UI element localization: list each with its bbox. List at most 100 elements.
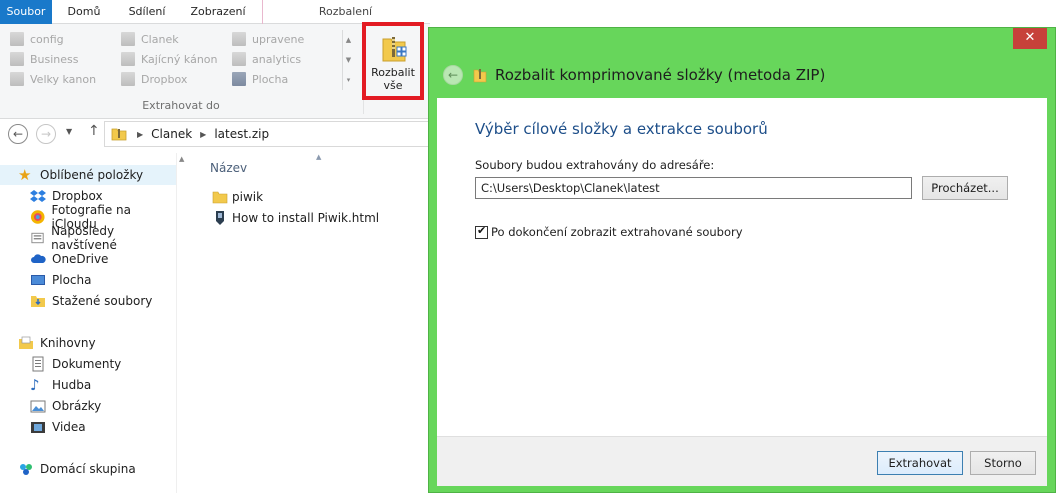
dropbox-icon: [121, 72, 135, 86]
nav-item-libraries[interactable]: Knihovny: [0, 333, 176, 353]
up-arrow-icon[interactable]: ↑: [88, 123, 100, 139]
folder-icon: [232, 52, 246, 66]
column-header-name[interactable]: Název: [210, 161, 247, 175]
folder-icon: [232, 32, 246, 46]
extract-all-label: Rozbalit vše: [371, 66, 415, 92]
file-name: How to install Piwik.html: [232, 211, 380, 225]
nav-item-documents[interactable]: Dokumenty: [0, 354, 176, 374]
address-bar[interactable]: ▶ Clanek ▶ latest.zip: [104, 121, 430, 147]
tab-file[interactable]: Soubor: [0, 0, 52, 24]
zip-folder-icon: [382, 37, 407, 62]
extract-location-item[interactable]: Kajícný kánon: [121, 50, 218, 68]
dialog-heading: Výběr cílové složky a extrakce souborů: [475, 120, 768, 138]
zip-folder-icon: [473, 69, 487, 83]
folder-icon: [121, 32, 135, 46]
nav-item-onedrive[interactable]: OneDrive: [0, 249, 176, 269]
forward-button[interactable]: →: [36, 124, 56, 144]
documents-icon: [32, 356, 44, 372]
photos-icon: [30, 210, 45, 224]
navigation-pane: ★ Oblíbené položky Dropbox Fotografie na…: [0, 153, 176, 493]
tab-home[interactable]: Domů: [52, 0, 116, 24]
file-explorer-window: Soubor Domů Sdílení Zobrazení Rozbalení …: [0, 0, 430, 493]
sort-ascending-icon: ▲: [316, 153, 322, 161]
extract-location-item[interactable]: analytics: [232, 50, 301, 68]
nav-item-homegroup[interactable]: Domácí skupina: [0, 459, 176, 479]
extract-location-item[interactable]: Clanek: [121, 30, 179, 48]
close-button[interactable]: ✕: [1013, 28, 1047, 49]
back-button[interactable]: ←: [443, 65, 463, 85]
close-icon: ✕: [1024, 30, 1036, 45]
libraries-icon: [19, 336, 33, 349]
zip-folder-icon: [111, 128, 127, 141]
recent-locations-icon[interactable]: ▼: [66, 127, 72, 136]
nav-item-downloads[interactable]: Stažené soubory: [0, 291, 176, 311]
list-item[interactable]: How to install Piwik.html: [212, 208, 379, 228]
desktop-icon: [232, 72, 246, 86]
homegroup-icon: [20, 464, 32, 475]
file-list: ▲ Název piwik How to install Piwik.html: [190, 153, 430, 493]
recent-places-icon: [31, 232, 44, 244]
extract-location-item[interactable]: Dropbox: [121, 70, 187, 88]
folder-icon: [10, 52, 24, 66]
html-file-icon: [216, 211, 224, 225]
back-button[interactable]: ←: [8, 124, 28, 144]
downloads-folder-icon: [31, 296, 45, 307]
show-files-option[interactable]: Po dokončení zobrazit extrahované soubor…: [475, 224, 743, 240]
extract-all-button[interactable]: Rozbalit vše: [362, 22, 424, 100]
cloud-icon: [31, 254, 46, 263]
extract-button[interactable]: Extrahovat: [877, 451, 963, 475]
tab-share[interactable]: Sdílení: [116, 0, 178, 24]
dialog-body: Výběr cílové složky a extrakce souborů S…: [437, 98, 1047, 486]
extract-location-item[interactable]: upravene: [232, 30, 304, 48]
arrow-left-icon: ←: [12, 127, 24, 141]
star-icon: ★: [18, 166, 32, 184]
browse-button[interactable]: Procházet...: [922, 176, 1008, 200]
contextual-tab-group[interactable]: Rozbalení: [262, 0, 428, 24]
nav-item-desktop[interactable]: Plocha: [0, 270, 176, 290]
scroll-up-icon[interactable]: ▲: [343, 30, 354, 50]
extract-location-item[interactable]: Velky kanon: [10, 70, 96, 88]
destination-path-input[interactable]: [475, 177, 912, 199]
extract-location-item[interactable]: Plocha: [232, 70, 288, 88]
dropbox-icon: [30, 190, 46, 202]
folder-icon: [10, 72, 24, 86]
nav-item-recent[interactable]: Naposledy navštívené: [0, 224, 176, 252]
arrow-right-icon: →: [40, 127, 52, 141]
tab-view[interactable]: Zobrazení: [178, 0, 258, 24]
dialog-footer: Extrahovat Storno: [437, 436, 1047, 486]
ribbon-group-label: Extrahovat do: [142, 99, 220, 112]
address-bar-row: ← → ▼ ↑ ▶ Clanek ▶ latest.zip: [0, 119, 430, 153]
gallery-scrollbar[interactable]: ▲ ▼ ▾: [342, 30, 354, 90]
folder-icon: [10, 32, 24, 46]
breadcrumb-chevron-icon[interactable]: ▶: [137, 130, 143, 139]
show-files-checkbox[interactable]: [475, 224, 488, 239]
breadcrumb-item[interactable]: latest.zip: [214, 127, 269, 141]
gallery-expand-icon[interactable]: ▾: [343, 70, 354, 90]
scroll-up-icon[interactable]: ▲: [179, 155, 184, 163]
arrow-left-icon: ←: [447, 68, 459, 82]
nav-item-videos[interactable]: Videa: [0, 417, 176, 437]
pictures-icon: [30, 400, 46, 413]
nav-item-pictures[interactable]: Obrázky: [0, 396, 176, 416]
extract-location-item[interactable]: config: [10, 30, 64, 48]
breadcrumb-item[interactable]: Clanek: [151, 127, 192, 141]
scroll-down-icon[interactable]: ▼: [343, 50, 354, 70]
ribbon-tabs: Soubor Domů Sdílení Zobrazení Rozbalení: [0, 0, 430, 24]
breadcrumb-chevron-icon[interactable]: ▶: [200, 130, 206, 139]
dialog-title-bar: ← Rozbalit komprimované složky (metoda Z…: [437, 58, 1047, 92]
pane-splitter[interactable]: ▲: [176, 153, 190, 493]
folder-icon: [212, 191, 228, 204]
tab-extract[interactable]: Rozbalení: [263, 0, 428, 23]
folder-icon: [121, 52, 135, 66]
list-item[interactable]: piwik: [212, 187, 263, 207]
file-name: piwik: [232, 190, 264, 204]
show-files-label: Po dokončení zobrazit extrahované soubor…: [491, 225, 743, 239]
cancel-button[interactable]: Storno: [970, 451, 1036, 475]
nav-item-favorites[interactable]: ★ Oblíbené položky: [0, 165, 176, 185]
dialog-title: Rozbalit komprimované složky (metoda ZIP…: [495, 66, 826, 84]
extract-location-item[interactable]: Business: [10, 50, 79, 68]
extract-zip-dialog: ✕ ← Rozbalit komprimované složky (metoda…: [428, 27, 1056, 493]
nav-item-music[interactable]: ♪ Hudba: [0, 375, 176, 395]
desktop-icon: [31, 275, 45, 285]
destination-label: Soubory budou extrahovány do adresáře:: [475, 158, 715, 172]
